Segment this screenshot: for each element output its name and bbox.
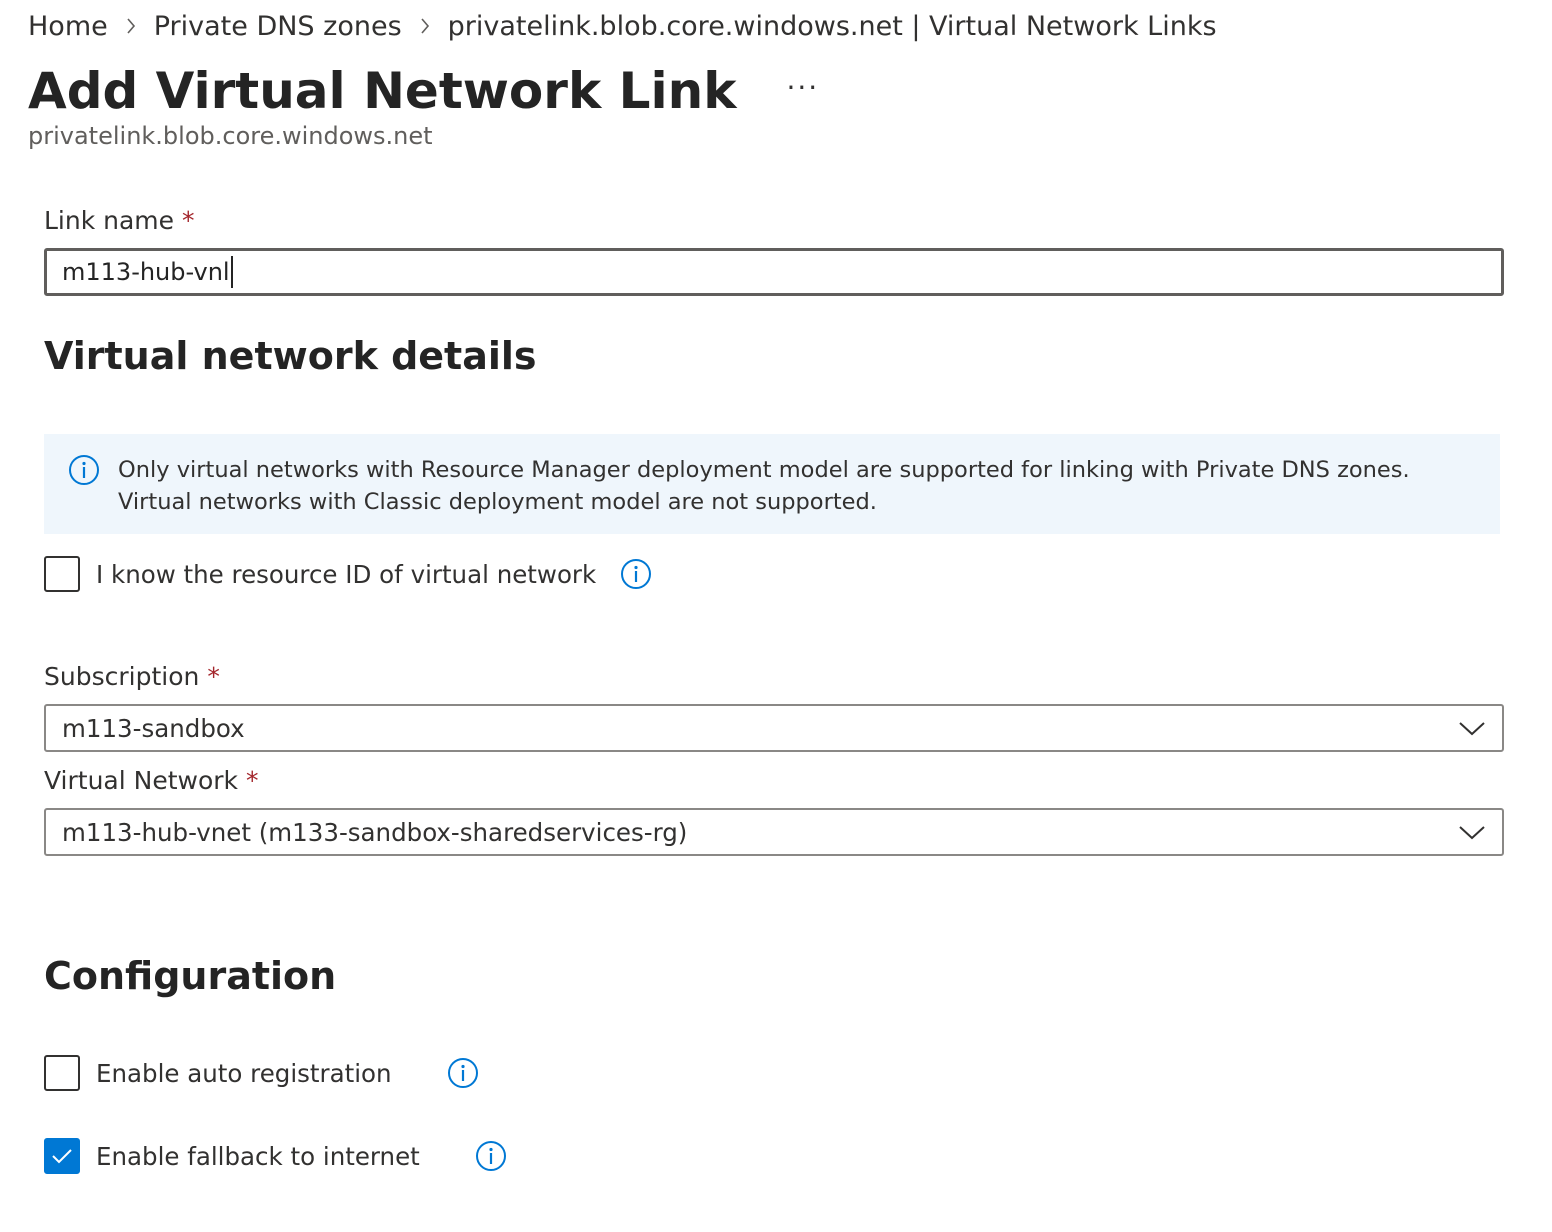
chevron-down-icon (1458, 818, 1486, 846)
breadcrumb-home[interactable]: Home (28, 11, 108, 42)
auto-registration-row: Enable auto registration (44, 1055, 479, 1091)
subscription-label-text: Subscription (44, 662, 200, 691)
page-subtitle: privatelink.blob.core.windows.net (28, 122, 433, 150)
required-marker: * (246, 766, 259, 795)
auto-registration-label: Enable auto registration (96, 1058, 392, 1088)
virtual-network-value: m113-hub-vnet (m133-sandbox-sharedservic… (62, 817, 688, 847)
link-name-label-text: Link name (44, 206, 175, 235)
section-heading-virtual-network-details: Virtual network details (44, 334, 537, 378)
checkmark-icon (52, 1149, 72, 1164)
info-banner: Only virtual networks with Resource Mana… (44, 434, 1500, 534)
info-icon (68, 454, 100, 495)
resource-id-checkbox-row: I know the resource ID of virtual networ… (44, 556, 652, 592)
link-name-label: Link name * (44, 206, 195, 235)
info-icon[interactable] (620, 558, 652, 590)
auto-registration-checkbox[interactable] (44, 1055, 80, 1091)
fallback-internet-checkbox[interactable] (44, 1138, 80, 1174)
subscription-value: m113-sandbox (62, 713, 245, 743)
info-icon[interactable] (475, 1140, 507, 1172)
link-name-input[interactable]: m113-hub-vnl (44, 248, 1504, 296)
add-virtual-network-link-page: Home Private DNS zones privatelink.blob.… (0, 0, 1552, 1232)
breadcrumb-private-dns-zones[interactable]: Private DNS zones (154, 11, 402, 42)
virtual-network-dropdown[interactable]: m113-hub-vnet (m133-sandbox-sharedservic… (44, 808, 1504, 856)
fallback-internet-row: Enable fallback to internet (44, 1138, 507, 1174)
virtual-network-label-text: Virtual Network (44, 766, 239, 795)
virtual-network-label: Virtual Network * (44, 766, 259, 795)
breadcrumb-virtual-network-links[interactable]: privatelink.blob.core.windows.net | Virt… (448, 11, 1217, 42)
text-caret (230, 256, 233, 288)
link-name-value: m113-hub-vnl (62, 258, 230, 286)
breadcrumb: Home Private DNS zones privatelink.blob.… (28, 8, 1217, 44)
required-marker: * (207, 662, 220, 691)
required-marker: * (182, 206, 195, 235)
chevron-down-icon (1458, 714, 1486, 742)
chevron-right-icon (108, 12, 154, 36)
subscription-label: Subscription * (44, 662, 220, 691)
section-heading-configuration: Configuration (44, 954, 337, 998)
info-banner-text: Only virtual networks with Resource Mana… (118, 457, 1410, 515)
fallback-internet-label: Enable fallback to internet (96, 1141, 420, 1171)
page-title: Add Virtual Network Link (28, 62, 737, 120)
info-icon[interactable] (447, 1057, 479, 1089)
chevron-right-icon (402, 12, 448, 36)
resource-id-checkbox[interactable] (44, 556, 80, 592)
subscription-dropdown[interactable]: m113-sandbox (44, 704, 1504, 752)
more-options-button[interactable]: ··· (786, 71, 819, 104)
resource-id-checkbox-label: I know the resource ID of virtual networ… (96, 559, 597, 589)
title-row: Add Virtual Network Link ··· (28, 58, 819, 124)
